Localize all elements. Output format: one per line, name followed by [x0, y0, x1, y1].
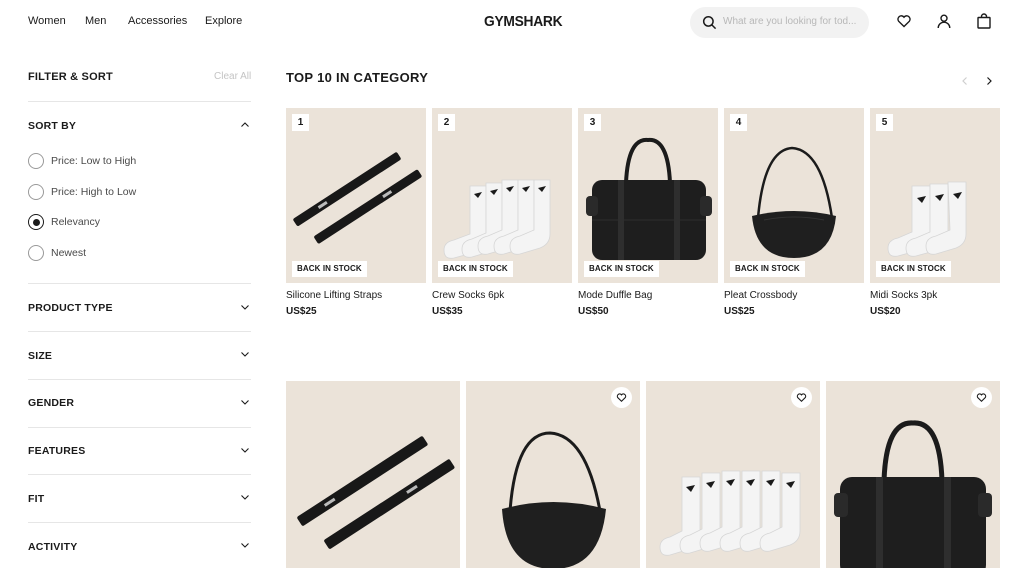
divider [28, 427, 251, 428]
top10-title: TOP 10 IN CATEGORY [286, 70, 429, 85]
product-grid-card[interactable] [646, 381, 820, 568]
chevron-down-icon[interactable] [240, 349, 250, 359]
account-icon[interactable] [936, 13, 952, 29]
search-bar[interactable]: What are you looking for tod... [690, 7, 869, 38]
heart-icon [616, 393, 627, 403]
nav-explore[interactable]: Explore [205, 15, 242, 27]
product-price: US$35 [432, 306, 463, 317]
product-name[interactable]: Silicone Lifting Straps [286, 290, 382, 301]
site-header: Women Men Accessories Explore GYMSHARK W… [0, 0, 1024, 44]
gymshark-logo[interactable]: GYMSHARK [484, 13, 563, 30]
wishlist-button[interactable] [971, 387, 992, 408]
bag-icon[interactable] [976, 13, 992, 29]
divider [28, 101, 251, 102]
product-price: US$20 [870, 306, 901, 317]
radio-button[interactable] [28, 184, 44, 200]
nav-accessories[interactable]: Accessories [128, 15, 187, 27]
product-grid-card[interactable] [826, 381, 1000, 568]
product-grid-card[interactable] [286, 381, 460, 568]
chevron-down-icon[interactable] [240, 397, 250, 407]
product-name[interactable]: Midi Socks 3pk [870, 290, 937, 301]
product-price: US$25 [724, 306, 755, 317]
top10-product-card[interactable]: 4 BACK IN STOCK [724, 108, 864, 283]
wishlist-button[interactable] [791, 387, 812, 408]
crew-socks-image [443, 179, 551, 259]
product-price: US$50 [578, 306, 609, 317]
top10-product-card[interactable]: 5 BACK IN STOCK [870, 108, 1000, 283]
filter-size[interactable]: SIZE [28, 350, 52, 362]
rank-badge: 1 [292, 114, 309, 131]
search-input[interactable]: What are you looking for tod... [723, 16, 861, 27]
carousel-prev-icon[interactable] [960, 76, 970, 86]
product-name[interactable]: Mode Duffle Bag [578, 290, 652, 301]
sort-option-relevancy[interactable]: Relevancy [28, 214, 100, 230]
crew-socks-image [659, 470, 801, 556]
lifting-straps-image [297, 436, 455, 549]
back-in-stock-badge: BACK IN STOCK [584, 261, 659, 277]
product-name[interactable]: Crew Socks 6pk [432, 290, 504, 301]
divider [28, 283, 251, 284]
chevron-down-icon[interactable] [240, 492, 250, 502]
rank-badge: 4 [730, 114, 747, 131]
filter-gender[interactable]: GENDER [28, 397, 74, 409]
filter-activity[interactable]: ACTIVITY [28, 541, 77, 553]
search-icon [702, 15, 717, 30]
duffle-bag-image [586, 137, 712, 260]
back-in-stock-badge: BACK IN STOCK [292, 261, 367, 277]
chevron-down-icon[interactable] [240, 302, 250, 312]
sort-option-newest[interactable]: Newest [28, 245, 86, 261]
divider [28, 474, 251, 475]
carousel-next-icon[interactable] [984, 76, 994, 86]
top10-product-card[interactable]: 2 BACK IN STOCK [432, 108, 572, 283]
sort-option-label: Relevancy [51, 216, 101, 228]
lifting-straps-image [293, 152, 422, 244]
sort-option-price-high-low[interactable]: Price: High to Low [28, 184, 136, 200]
sort-option-label: Price: Low to High [51, 155, 137, 167]
heart-icon [976, 393, 987, 403]
top10-product-card[interactable]: 1 BACK IN STOCK [286, 108, 426, 283]
heart-icon[interactable] [896, 13, 912, 29]
sort-option-price-low-high[interactable]: Price: Low to High [28, 153, 136, 169]
nav-men[interactable]: Men [85, 15, 106, 27]
back-in-stock-badge: BACK IN STOCK [730, 261, 805, 277]
chevron-down-icon[interactable] [240, 540, 250, 550]
filter-product-type[interactable]: PRODUCT TYPE [28, 302, 113, 314]
chevron-up-icon[interactable] [240, 120, 250, 130]
sort-by-title[interactable]: SORT BY [28, 120, 76, 132]
filter-fit[interactable]: FIT [28, 493, 44, 505]
radio-button-selected[interactable] [28, 214, 44, 230]
duffle-bag-image [834, 420, 992, 568]
product-name[interactable]: Pleat Crossbody [724, 290, 797, 301]
nav-women[interactable]: Women [28, 15, 66, 27]
divider [28, 379, 251, 380]
back-in-stock-badge: BACK IN STOCK [876, 261, 951, 277]
heart-icon [796, 393, 807, 403]
divider [28, 331, 251, 332]
crossbody-bag-image [752, 146, 836, 258]
product-price: US$25 [286, 306, 317, 317]
radio-button[interactable] [28, 245, 44, 261]
radio-button[interactable] [28, 153, 44, 169]
divider [28, 522, 251, 523]
filter-sort-title: FILTER & SORT [28, 71, 113, 83]
top10-product-card[interactable]: 3 BACK IN STOCK [578, 108, 718, 283]
midi-socks-image [887, 181, 967, 257]
clear-all-button[interactable]: Clear All [214, 71, 251, 82]
sort-option-label: Newest [51, 247, 87, 259]
chevron-down-icon[interactable] [240, 445, 250, 455]
wishlist-button[interactable] [611, 387, 632, 408]
back-in-stock-badge: BACK IN STOCK [438, 261, 513, 277]
sort-option-label: Price: High to Low [51, 186, 137, 198]
filter-features[interactable]: FEATURES [28, 445, 85, 457]
rank-badge: 3 [584, 114, 601, 131]
rank-badge: 5 [876, 114, 893, 131]
product-grid-card[interactable] [466, 381, 640, 568]
rank-badge: 2 [438, 114, 455, 131]
crossbody-bag-image [502, 431, 606, 568]
